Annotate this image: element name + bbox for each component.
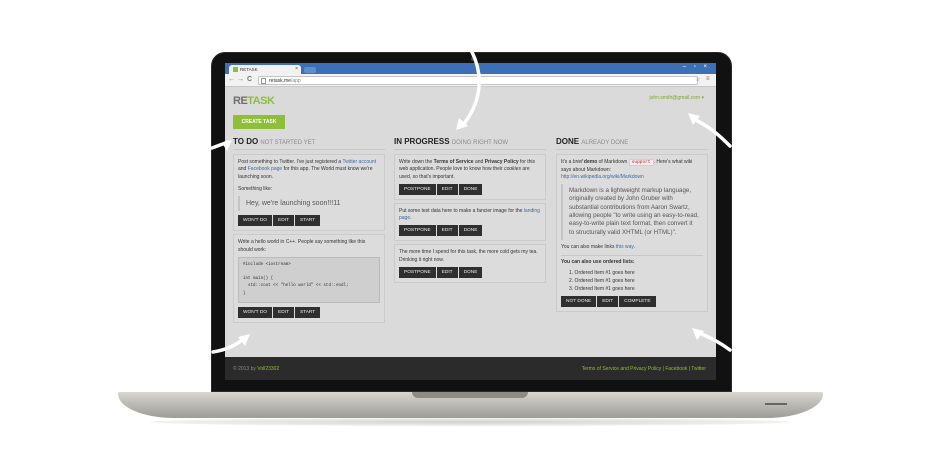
- arrow-done: [695, 330, 732, 352]
- arrow-in-progress: [460, 50, 481, 128]
- stage: RETASK × ‒ ▫ × ← → C retask.me/app ☆ ≡ R…: [0, 0, 940, 450]
- annotation-arrows: [210, 50, 732, 354]
- arrow-user: [690, 116, 732, 148]
- arrow-todo-bottom: [211, 336, 246, 354]
- arrow-strokes: [210, 50, 732, 354]
- arrow-heads: [222, 113, 704, 346]
